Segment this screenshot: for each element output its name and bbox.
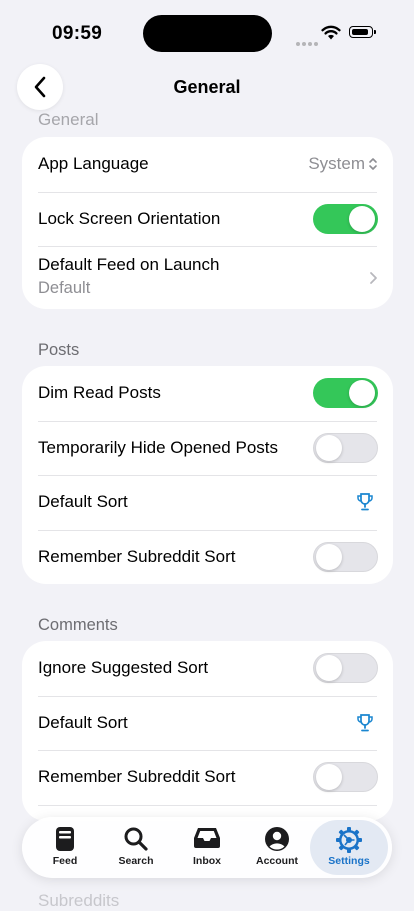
- tab-inbox-label: Inbox: [193, 855, 221, 867]
- dynamic-island: [143, 15, 272, 52]
- wifi-icon: [321, 25, 341, 40]
- tab-feed[interactable]: Feed: [30, 817, 100, 878]
- battery-icon: [349, 26, 376, 38]
- app-language-row[interactable]: App Language System: [22, 137, 393, 192]
- dim-read-label: Dim Read Posts: [38, 383, 161, 403]
- comments-default-sort-label: Default Sort: [38, 712, 128, 732]
- hide-opened-toggle[interactable]: [313, 432, 378, 463]
- account-icon: [265, 827, 289, 851]
- hide-opened-row: Temporarily Hide Opened Posts: [22, 420, 393, 476]
- inbox-icon: [194, 828, 220, 848]
- comments-default-sort-row[interactable]: Default Sort: [22, 695, 393, 751]
- chevron-up-down-icon: [369, 158, 377, 171]
- ignore-suggested-toggle[interactable]: [313, 653, 378, 684]
- lock-orientation-row: Lock Screen Orientation: [22, 191, 393, 247]
- posts-remember-sort-row: Remember Subreddit Sort: [22, 529, 393, 585]
- ignore-suggested-row: Ignore Suggested Sort: [22, 641, 393, 696]
- tab-bar: Feed Search Inbox Account Settings: [22, 817, 392, 878]
- cellular-signal-icon: [296, 33, 320, 51]
- ignore-suggested-label: Ignore Suggested Sort: [38, 658, 209, 678]
- hide-opened-label: Temporarily Hide Opened Posts: [38, 437, 279, 457]
- tab-search-label: Search: [118, 855, 154, 867]
- comments-section-header: Comments: [38, 616, 118, 634]
- scrolled-section-header: General: [38, 110, 99, 129]
- lock-orientation-toggle[interactable]: [313, 203, 378, 234]
- dim-read-row: Dim Read Posts: [22, 366, 393, 421]
- page-title: General: [173, 77, 241, 97]
- tab-inbox[interactable]: Inbox: [172, 817, 242, 878]
- tab-settings[interactable]: Settings: [314, 817, 384, 878]
- status-bar: 09:59: [0, 0, 414, 60]
- posts-settings-card: Dim Read Posts Temporarily Hide Opened P…: [22, 366, 393, 584]
- general-settings-card: App Language System Lock Screen Orientat…: [22, 137, 393, 309]
- default-feed-label: Default Feed on Launch Default: [38, 255, 219, 298]
- posts-default-sort-row[interactable]: Default Sort: [22, 475, 393, 530]
- posts-remember-sort-toggle[interactable]: [313, 541, 378, 572]
- status-time: 09:59: [52, 23, 103, 44]
- comments-remember-sort-toggle[interactable]: [313, 762, 378, 793]
- default-feed-row[interactable]: Default Feed on Launch Default: [22, 246, 393, 309]
- comments-remember-sort-label: Remember Subreddit Sort: [38, 767, 236, 787]
- default-feed-value: Default: [38, 279, 91, 297]
- posts-section-header: Posts: [38, 341, 80, 359]
- settings-icon: [336, 827, 362, 853]
- tab-settings-label: Settings: [328, 855, 370, 867]
- subreddits-section-header: Subreddits: [38, 891, 120, 910]
- default-feed-title: Default Feed on Launch: [38, 255, 220, 274]
- trophy-icon: [357, 713, 373, 732]
- feed-icon: [56, 827, 74, 851]
- comments-remember-sort-row: Remember Subreddit Sort: [22, 750, 393, 805]
- tab-account[interactable]: Account: [242, 817, 312, 878]
- dim-read-toggle[interactable]: [313, 378, 378, 409]
- tab-search[interactable]: Search: [101, 817, 171, 878]
- chevron-right-icon: [370, 271, 377, 284]
- posts-default-sort-label: Default Sort: [38, 492, 128, 512]
- tab-feed-label: Feed: [52, 855, 78, 867]
- app-language-value: System: [308, 154, 365, 174]
- posts-remember-sort-label: Remember Subreddit Sort: [38, 546, 236, 566]
- tab-account-label: Account: [256, 855, 298, 867]
- trophy-icon: [357, 493, 373, 511]
- lock-orientation-label: Lock Screen Orientation: [38, 208, 221, 228]
- app-language-label: App Language: [38, 154, 149, 174]
- comments-settings-card: Ignore Suggested Sort Default Sort Remem…: [22, 641, 393, 821]
- search-icon: [124, 827, 148, 851]
